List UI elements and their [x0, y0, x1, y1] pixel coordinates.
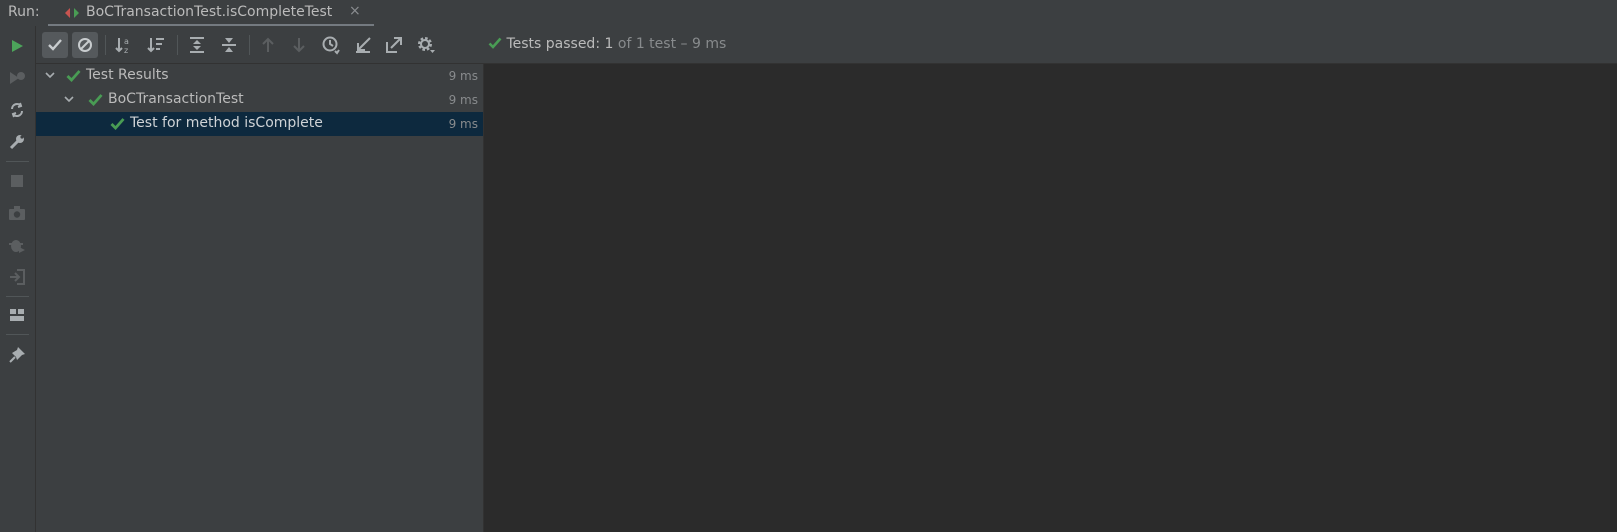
chevron-down-icon[interactable] [63, 93, 75, 109]
previous-failed-icon[interactable] [256, 33, 280, 57]
layout-icon[interactable] [5, 303, 29, 327]
tree-row-time: 9 ms [448, 93, 478, 107]
test-toolbar: az Tests passed: 1 of 1 test – 9 ms [36, 26, 1617, 64]
tree-row-test-method[interactable]: Test for method isComplete 9 ms [36, 112, 483, 136]
passed-check-icon [488, 36, 506, 52]
toolbar-separator [105, 35, 106, 55]
tree-row-label: Test Results [86, 67, 169, 83]
import-tests-icon[interactable] [351, 33, 375, 57]
next-failed-icon[interactable] [287, 33, 311, 57]
toolbar-separator [6, 161, 29, 162]
toolbar-separator [6, 334, 29, 335]
gear-icon[interactable] [414, 33, 438, 57]
chevron-down-icon[interactable] [44, 69, 56, 85]
dump-threads-icon[interactable] [5, 201, 29, 225]
passed-check-icon [66, 69, 81, 86]
toolbar-separator [177, 35, 178, 55]
sort-alphabetically-icon[interactable]: az [112, 33, 136, 57]
exit-icon[interactable] [5, 265, 29, 289]
show-ignored-icon[interactable] [72, 32, 98, 58]
rerun-failed-icon[interactable] [5, 66, 29, 90]
sort-by-duration-icon[interactable] [144, 33, 168, 57]
svg-text:z: z [124, 46, 128, 55]
svg-text:a: a [124, 37, 129, 46]
tree-row-test-results[interactable]: Test Results 9 ms [36, 64, 483, 88]
tree-row-time: 9 ms [448, 69, 478, 83]
tree-row-test-class[interactable]: BoCTransactionTest 9 ms [36, 88, 483, 112]
tree-row-time: 9 ms [448, 117, 478, 131]
close-tab-icon[interactable]: × [349, 3, 361, 19]
toolbar-separator [6, 296, 29, 297]
toggle-auto-test-icon[interactable] [5, 98, 29, 122]
test-history-icon[interactable] [319, 33, 343, 57]
passed-check-icon [88, 93, 103, 110]
pin-icon[interactable] [5, 343, 29, 367]
export-tests-icon[interactable] [382, 33, 406, 57]
tree-row-label: BoCTransactionTest [108, 91, 244, 107]
console-output[interactable] [484, 64, 1617, 532]
toolbar-separator [249, 35, 250, 55]
collapse-all-icon[interactable] [217, 33, 241, 57]
passed-check-icon [110, 117, 125, 134]
tree-row-label: Test for method isComplete [130, 115, 323, 131]
test-config-icon [64, 6, 80, 24]
stop-icon[interactable] [5, 169, 29, 193]
test-status: Tests passed: 1 of 1 test – 9 ms [488, 36, 726, 52]
run-tab-title: BoCTransactionTest.isCompleteTest [86, 4, 333, 20]
expand-all-icon[interactable] [185, 33, 209, 57]
run-config-tab[interactable]: BoCTransactionTest.isCompleteTest × [48, 0, 374, 27]
status-prefix: Tests passed: [506, 36, 605, 52]
left-toolbar [0, 26, 36, 532]
run-tab-bar: Run: BoCTransactionTest.isCompleteTest × [0, 0, 1617, 27]
debug-icon[interactable] [5, 233, 29, 257]
show-passed-icon[interactable] [42, 32, 68, 58]
status-suffix: of 1 test – 9 ms [613, 36, 727, 52]
run-label: Run: [8, 4, 40, 20]
test-results-tree: Test Results 9 ms BoCTransactionTest 9 m… [36, 64, 483, 532]
settings-wrench-icon[interactable] [5, 130, 29, 154]
rerun-icon[interactable] [5, 34, 29, 58]
